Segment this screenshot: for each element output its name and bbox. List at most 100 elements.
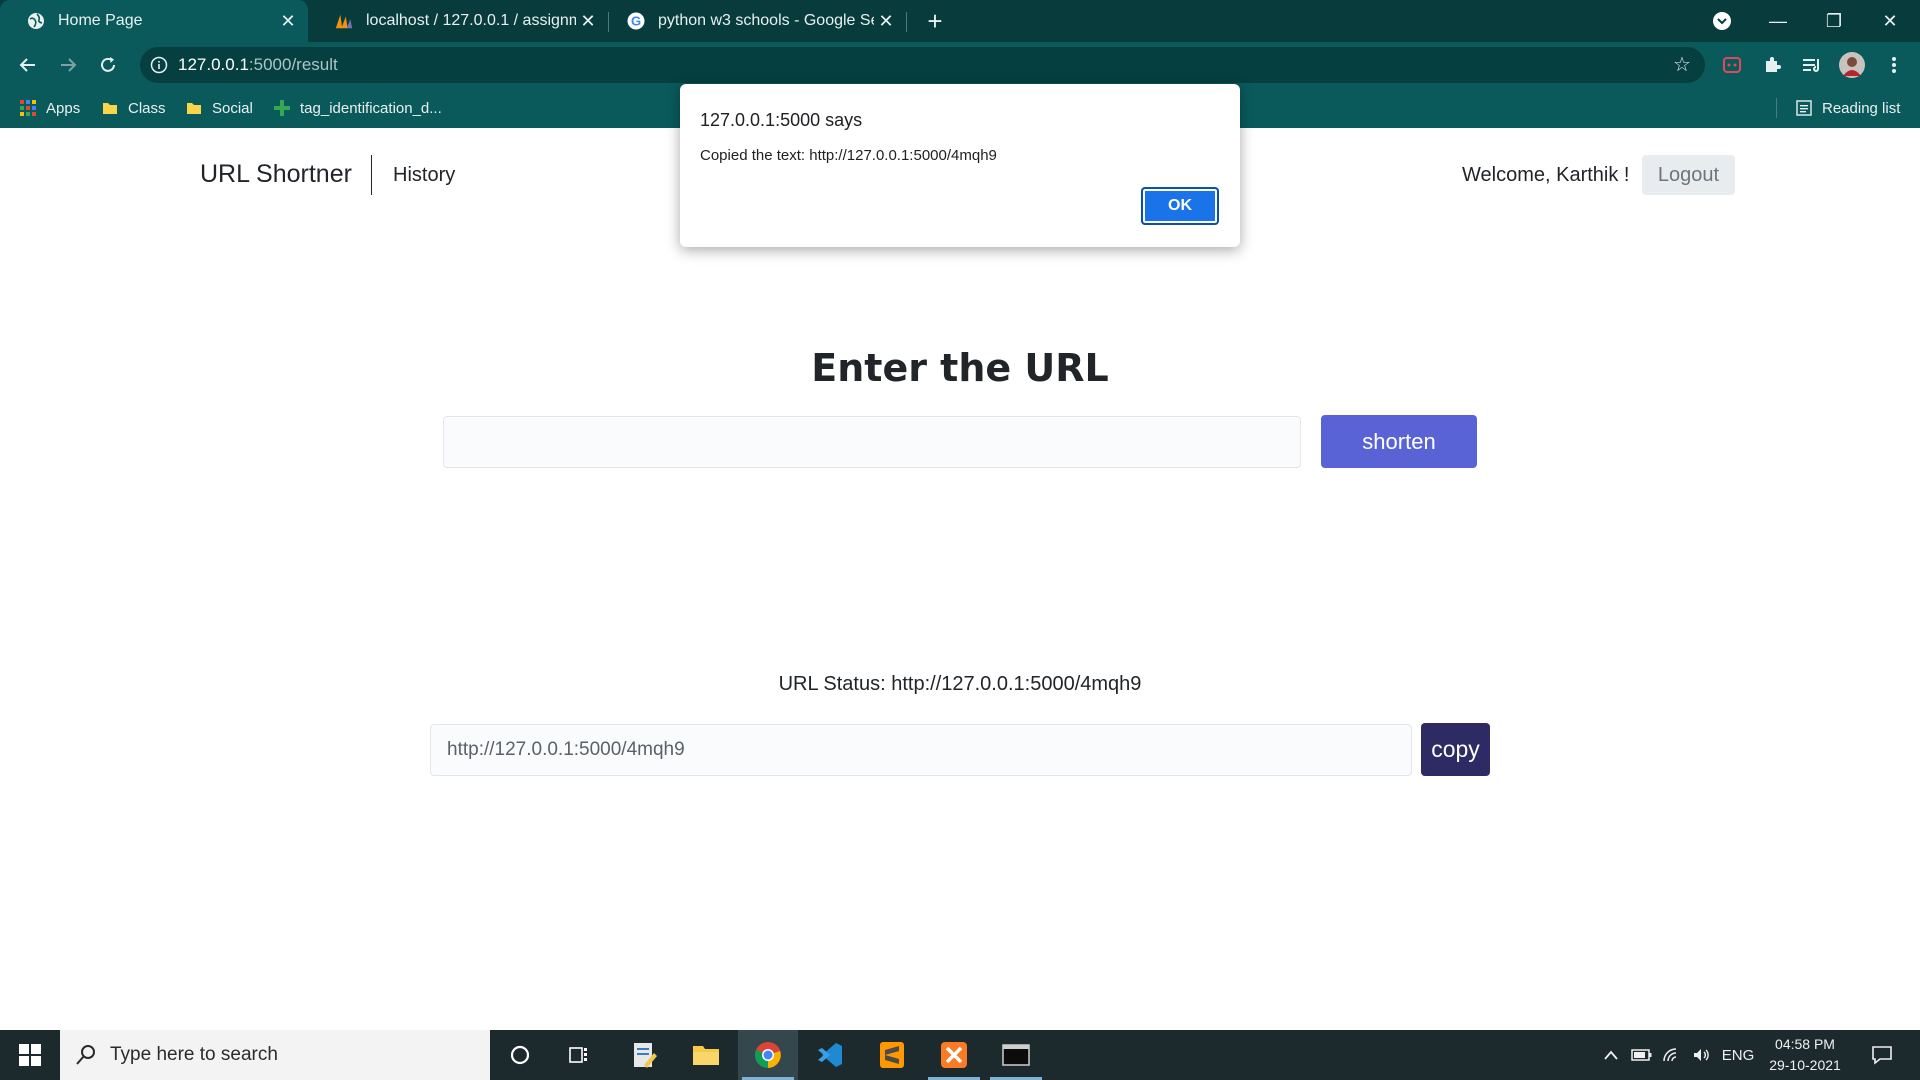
task-view-button[interactable] bbox=[550, 1030, 610, 1080]
tab-phpmyadmin[interactable]: localhost / 127.0.0.1 / assignmen ✕ bbox=[308, 0, 608, 42]
bookmark-class[interactable]: Class bbox=[102, 88, 166, 128]
minimize-button[interactable]: — bbox=[1750, 0, 1806, 42]
network-icon[interactable] bbox=[1658, 1030, 1686, 1080]
shorten-button[interactable]: shorten bbox=[1321, 415, 1477, 468]
xampp-icon bbox=[941, 1042, 967, 1068]
chrome-icon bbox=[755, 1042, 781, 1068]
tab-separator bbox=[906, 12, 907, 32]
folder-icon bbox=[187, 103, 201, 114]
url-status-text: URL Status: http://127.0.0.1:5000/4mqh9 bbox=[778, 673, 1142, 695]
clock-time: 04:58 PM bbox=[1775, 1036, 1835, 1052]
globe-icon bbox=[26, 11, 46, 31]
taskbar-app-xampp[interactable] bbox=[924, 1030, 984, 1080]
taskbar-search-box[interactable]: Type here to search bbox=[60, 1030, 490, 1080]
cortana-icon bbox=[510, 1045, 530, 1065]
taskbar-app-notepad[interactable] bbox=[614, 1030, 674, 1080]
start-button[interactable] bbox=[0, 1030, 60, 1080]
more-menu-icon[interactable] bbox=[1880, 51, 1908, 79]
new-tab-button[interactable]: + bbox=[920, 6, 950, 36]
welcome-text: Welcome, Karthik ! bbox=[1462, 164, 1630, 186]
tab-google-search[interactable]: G python w3 schools - Google Sear ✕ bbox=[600, 0, 906, 42]
bookmark-label: Apps bbox=[46, 99, 81, 117]
reload-button[interactable] bbox=[92, 49, 124, 81]
extension-icon[interactable] bbox=[1718, 51, 1746, 79]
task-view-icon bbox=[569, 1047, 587, 1063]
forward-button[interactable] bbox=[52, 49, 84, 81]
dialog-title: 127.0.0.1:5000 says bbox=[700, 110, 863, 130]
svg-text:G: G bbox=[631, 14, 641, 29]
windows-taskbar: Type here to search ENG 04:58 PM 29-10-2… bbox=[0, 1030, 1920, 1080]
history-link[interactable]: History bbox=[393, 164, 455, 187]
avatar[interactable] bbox=[1838, 51, 1866, 79]
chevron-up-icon bbox=[1604, 1050, 1618, 1060]
url-path: :5000/result bbox=[248, 55, 338, 74]
address-bar[interactable]: 127.0.0.1:5000/result ☆ bbox=[140, 47, 1705, 83]
folder-icon bbox=[693, 1046, 719, 1065]
back-button[interactable] bbox=[12, 49, 44, 81]
close-icon[interactable]: ✕ bbox=[576, 9, 600, 33]
chevron-down-circle-icon bbox=[1713, 12, 1731, 30]
system-clock[interactable]: 04:58 PM 29-10-2021 bbox=[1760, 1034, 1850, 1076]
reading-list-button[interactable]: Reading list bbox=[1796, 88, 1900, 128]
bookmark-separator bbox=[1776, 98, 1777, 118]
tab-title: localhost / 127.0.0.1 / assignmen bbox=[366, 12, 576, 29]
google-icon: G bbox=[626, 11, 646, 31]
copy-button[interactable]: copy bbox=[1421, 723, 1490, 776]
clock-date: 29-10-2021 bbox=[1769, 1057, 1841, 1073]
tab-search-button[interactable] bbox=[1694, 0, 1750, 42]
sublime-text-icon bbox=[880, 1042, 904, 1068]
reading-list-icon bbox=[1796, 100, 1812, 116]
tab-home-page[interactable]: Home Page ✕ bbox=[0, 0, 308, 42]
brand-logo[interactable]: URL Shortner bbox=[200, 160, 352, 189]
nav-divider bbox=[371, 155, 372, 195]
arrow-right-icon bbox=[61, 58, 77, 72]
puzzle-icon[interactable] bbox=[1758, 51, 1786, 79]
bookmark-apps[interactable]: Apps bbox=[20, 88, 80, 128]
language-indicator[interactable]: ENG bbox=[1720, 1030, 1756, 1080]
url-host: 127.0.0.1 bbox=[178, 55, 249, 74]
taskbar-app-terminal[interactable] bbox=[986, 1030, 1046, 1080]
browser-toolbar: 127.0.0.1:5000/result ☆ bbox=[0, 42, 1920, 88]
close-window-button[interactable]: ✕ bbox=[1862, 0, 1918, 42]
alert-dialog: 127.0.0.1:5000 says Copied the text: htt… bbox=[680, 84, 1240, 247]
sheets-icon bbox=[274, 100, 290, 116]
folder-icon bbox=[103, 103, 117, 114]
ok-button[interactable]: OK bbox=[1141, 187, 1219, 225]
info-icon bbox=[150, 56, 168, 74]
notification-center-button[interactable] bbox=[1862, 1030, 1902, 1080]
phpmyadmin-icon bbox=[334, 11, 354, 31]
restore-button[interactable]: ❐ bbox=[1806, 0, 1862, 42]
taskbar-app-vscode[interactable] bbox=[800, 1030, 860, 1080]
tab-title: python w3 schools - Google Sear bbox=[658, 12, 874, 29]
close-icon[interactable]: ✕ bbox=[276, 9, 300, 33]
taskbar-app-chrome[interactable] bbox=[738, 1030, 798, 1080]
volume-icon[interactable] bbox=[1688, 1030, 1716, 1080]
terminal-icon bbox=[1002, 1044, 1030, 1066]
tab-title: Home Page bbox=[58, 12, 143, 29]
logout-button[interactable]: Logout bbox=[1642, 155, 1735, 195]
reload-icon bbox=[101, 57, 115, 72]
arrow-left-icon bbox=[19, 58, 35, 72]
notification-icon bbox=[1872, 1046, 1892, 1065]
close-icon[interactable]: ✕ bbox=[874, 9, 898, 33]
bookmark-label: Social bbox=[212, 99, 253, 117]
show-hidden-icons-button[interactable] bbox=[1598, 1030, 1624, 1080]
windows-logo-icon bbox=[19, 1044, 41, 1066]
taskbar-app-sublime[interactable] bbox=[862, 1030, 922, 1080]
apps-grid-icon bbox=[20, 100, 36, 116]
browser-tab-strip: Home Page ✕ localhost / 127.0.0.1 / assi… bbox=[0, 0, 1920, 42]
reading-list-label: Reading list bbox=[1822, 99, 1901, 117]
taskbar-app-file-explorer[interactable] bbox=[676, 1030, 736, 1080]
battery-icon[interactable] bbox=[1628, 1030, 1656, 1080]
bookmark-tag-identification[interactable]: tag_identification_d... bbox=[274, 88, 442, 128]
media-queue-icon[interactable] bbox=[1798, 51, 1826, 79]
code-editor-icon bbox=[818, 1043, 842, 1067]
short-url-field[interactable]: http://127.0.0.1:5000/4mqh9 bbox=[430, 724, 1412, 776]
document-editor-icon bbox=[634, 1043, 657, 1068]
star-icon[interactable]: ☆ bbox=[1671, 54, 1693, 76]
page-title: Enter the URL bbox=[811, 346, 1109, 390]
bookmark-social[interactable]: Social bbox=[186, 88, 253, 128]
cortana-button[interactable] bbox=[490, 1030, 550, 1080]
url-input[interactable] bbox=[443, 416, 1301, 468]
search-placeholder: Type here to search bbox=[110, 1044, 278, 1065]
